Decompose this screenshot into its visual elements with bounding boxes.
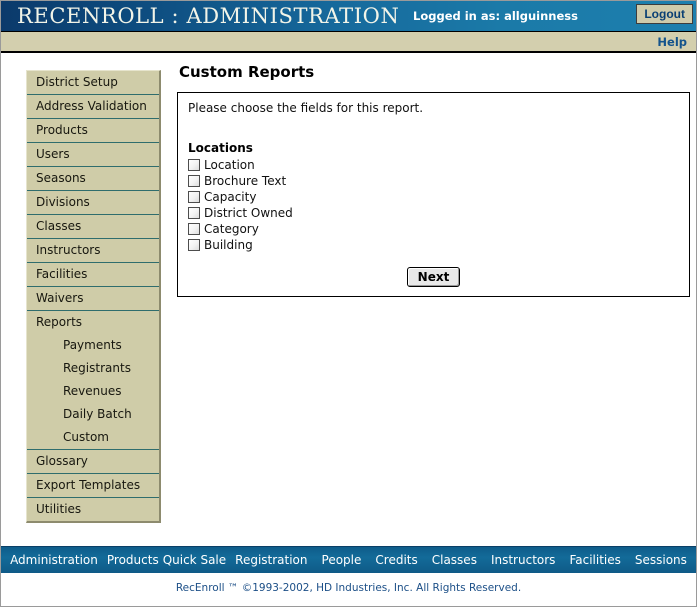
footer-link-sessions[interactable]: Sessions bbox=[628, 553, 694, 567]
footer-nav: Administration Products Quick Sale Regis… bbox=[1, 546, 696, 573]
checkbox-label-capacity: Capacity bbox=[204, 190, 257, 204]
sidebar-item-seasons[interactable]: Seasons bbox=[27, 167, 159, 191]
checkbox-category[interactable] bbox=[188, 223, 200, 235]
sidebar-item-export-templates[interactable]: Export Templates bbox=[27, 474, 159, 498]
footer-link-credits[interactable]: Credits bbox=[368, 553, 424, 567]
sidebar-item-users[interactable]: Users bbox=[27, 143, 159, 167]
sidebar-subitem-revenues[interactable]: Revenues bbox=[27, 380, 159, 403]
sidebar-item-glossary[interactable]: Glossary bbox=[27, 450, 159, 474]
sidebar-subitem-daily-batch[interactable]: Daily Batch bbox=[27, 403, 159, 426]
checkbox-label-district-owned: District Owned bbox=[204, 206, 293, 220]
sidebar-item-divisions[interactable]: Divisions bbox=[27, 191, 159, 215]
sidebar-subitem-payments[interactable]: Payments bbox=[27, 334, 159, 357]
checkbox-label-brochure-text: Brochure Text bbox=[204, 174, 287, 188]
checkbox-row-category[interactable]: Category bbox=[188, 221, 679, 237]
footer-link-facilities[interactable]: Facilities bbox=[562, 553, 627, 567]
footer-link-registration[interactable]: Registration bbox=[228, 553, 314, 567]
footer-link-quick-sale[interactable]: Quick Sale bbox=[161, 553, 228, 567]
login-status: Logged in as: allguinness bbox=[413, 9, 578, 23]
checkbox-district-owned[interactable] bbox=[188, 207, 200, 219]
app-header: RECENROLL : ADMINISTRATION Logged in as:… bbox=[1, 1, 696, 32]
footer-link-instructors[interactable]: Instructors bbox=[484, 553, 562, 567]
footer-link-products[interactable]: Products bbox=[105, 553, 161, 567]
field-group-title: Locations bbox=[188, 141, 253, 155]
checkbox-row-capacity[interactable]: Capacity bbox=[188, 189, 679, 205]
checkbox-capacity[interactable] bbox=[188, 191, 200, 203]
sidebar-item-instructors[interactable]: Instructors bbox=[27, 239, 159, 263]
sidebar-item-products[interactable]: Products bbox=[27, 119, 159, 143]
logout-button[interactable]: Logout bbox=[636, 4, 693, 24]
checkbox-row-location[interactable]: Location bbox=[188, 157, 679, 173]
checkbox-building[interactable] bbox=[188, 239, 200, 251]
next-button[interactable]: Next bbox=[406, 267, 461, 287]
checkbox-row-district-owned[interactable]: District Owned bbox=[188, 205, 679, 221]
report-fields-panel: Please choose the fields for this report… bbox=[177, 92, 690, 297]
checkbox-brochure-text[interactable] bbox=[188, 175, 200, 187]
checkbox-label-location: Location bbox=[204, 158, 255, 172]
content-title: Custom Reports bbox=[179, 63, 315, 81]
page-title: RECENROLL : ADMINISTRATION bbox=[17, 3, 400, 28]
application-window: RECENROLL : ADMINISTRATION Logged in as:… bbox=[0, 0, 697, 607]
sidebar-item-waivers[interactable]: Waivers bbox=[27, 287, 159, 311]
checkbox-label-category: Category bbox=[204, 222, 259, 236]
checkbox-label-building: Building bbox=[204, 238, 253, 252]
main-content: Custom Reports Please choose the fields … bbox=[177, 63, 691, 297]
sidebar-item-utilities[interactable]: Utilities bbox=[27, 498, 159, 521]
sidebar-item-facilities[interactable]: Facilities bbox=[27, 263, 159, 287]
checkbox-row-brochure-text[interactable]: Brochure Text bbox=[188, 173, 679, 189]
sidebar-group-reports: Reports Payments Registrants Revenues Da… bbox=[27, 311, 159, 450]
footer-link-classes[interactable]: Classes bbox=[425, 553, 484, 567]
footer-link-administration[interactable]: Administration bbox=[3, 553, 105, 567]
sidebar-nav: District Setup Address Validation Produc… bbox=[26, 70, 161, 523]
panel-actions: Next bbox=[178, 267, 689, 287]
help-link[interactable]: Help bbox=[657, 35, 687, 49]
checkbox-location[interactable] bbox=[188, 159, 200, 171]
sidebar-item-reports[interactable]: Reports bbox=[27, 311, 159, 334]
body-area: District Setup Address Validation Produc… bbox=[1, 53, 696, 546]
checkbox-row-building[interactable]: Building bbox=[188, 237, 679, 253]
sidebar-item-classes[interactable]: Classes bbox=[27, 215, 159, 239]
copyright-text: RecEnroll ™ ©1993-2002, HD Industries, I… bbox=[1, 573, 696, 604]
footer-link-people[interactable]: People bbox=[315, 553, 369, 567]
sidebar-subitem-registrants[interactable]: Registrants bbox=[27, 357, 159, 380]
help-bar: Help bbox=[1, 32, 696, 53]
panel-instruction: Please choose the fields for this report… bbox=[188, 101, 424, 115]
sidebar-item-district-setup[interactable]: District Setup bbox=[27, 71, 159, 95]
sidebar-subitem-custom[interactable]: Custom bbox=[27, 426, 159, 449]
sidebar-item-address-validation[interactable]: Address Validation bbox=[27, 95, 159, 119]
